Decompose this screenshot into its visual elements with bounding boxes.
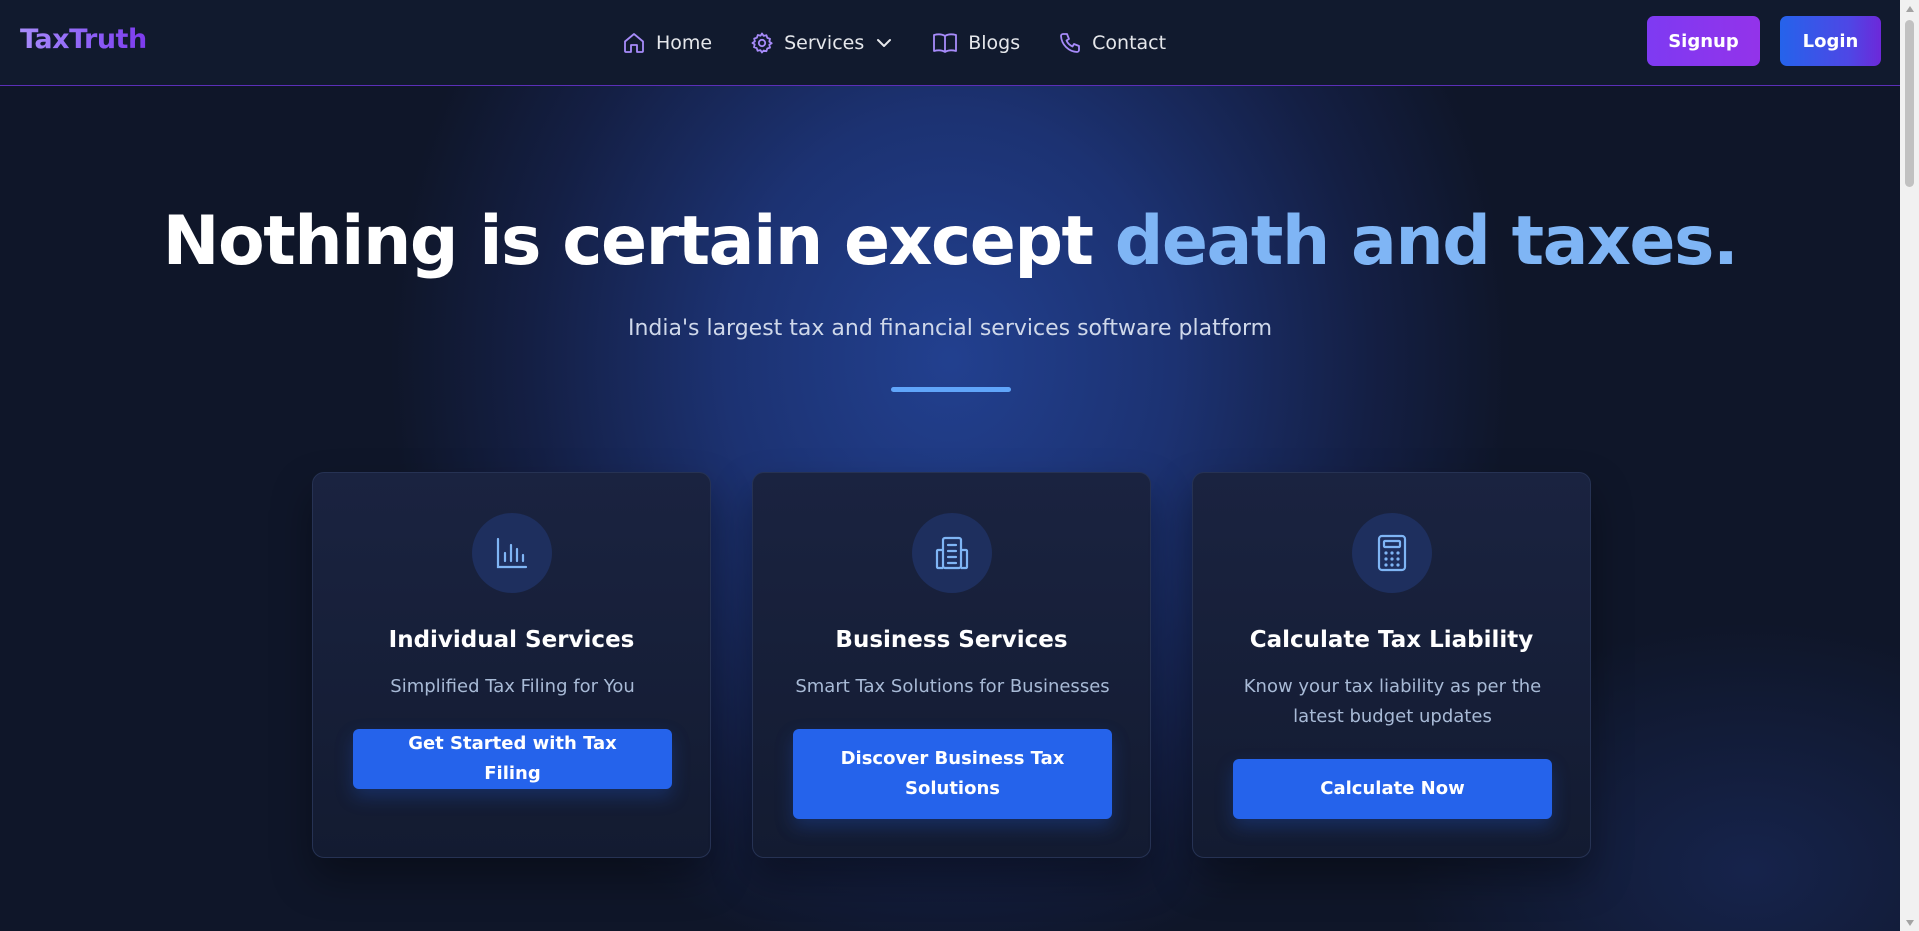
bar-chart-icon (496, 537, 528, 569)
scrollbar-thumb[interactable] (1905, 20, 1914, 187)
signup-button[interactable]: Signup (1647, 16, 1760, 66)
get-started-tax-filing-button[interactable]: Get Started with Tax Filing (353, 729, 672, 789)
card-icon-circle (912, 513, 992, 593)
nav-blogs-label: Blogs (968, 32, 1021, 54)
hero-divider (891, 387, 1011, 392)
top-navbar: TaxTruth Home Services Blogs Contact Sig… (0, 0, 1900, 86)
card-title: Business Services (835, 627, 1068, 653)
home-icon (624, 33, 644, 53)
chevron-down-icon (877, 39, 892, 47)
phone-icon (1060, 33, 1081, 53)
building-icon (935, 536, 969, 570)
nav-home-label: Home (656, 32, 713, 54)
nav-item-blogs[interactable]: Blogs (932, 31, 1020, 55)
page-scrollbar[interactable] (1900, 0, 1919, 931)
card-business-services: Business Services Smart Tax Solutions fo… (752, 472, 1151, 858)
gear-icon (751, 32, 773, 54)
card-description: Smart Tax Solutions for Businesses (795, 676, 1110, 697)
calculator-icon (1377, 534, 1407, 572)
calculate-now-button[interactable]: Calculate Now (1233, 759, 1552, 819)
hero-title-accent: death and taxes. (1114, 202, 1739, 281)
card-description: Simplified Tax Filing for You (390, 676, 635, 697)
nav-item-home[interactable]: Home (622, 31, 712, 55)
hero-subtitle: India's largest tax and financial servic… (627, 316, 1273, 341)
login-button[interactable]: Login (1780, 16, 1881, 66)
card-individual-services: Individual Services Simplified Tax Filin… (312, 472, 711, 858)
card-icon-circle (1352, 513, 1432, 593)
card-icon-circle (472, 513, 552, 593)
nav-item-contact[interactable]: Contact (1058, 31, 1166, 55)
nav-services-label: Services (784, 32, 865, 54)
scroll-up-arrow-icon[interactable] (1900, 0, 1919, 17)
main-nav: Home Services Blogs Contact (622, 0, 1204, 86)
card-description: Know your tax liability as per the lates… (1243, 676, 1542, 727)
scroll-down-arrow-icon[interactable] (1900, 914, 1919, 931)
nav-contact-label: Contact (1092, 32, 1167, 54)
card-title: Calculate Tax Liability (1249, 627, 1534, 653)
discover-business-tax-button[interactable]: Discover Business Tax Solutions (793, 729, 1112, 819)
card-calculate-tax-liability: Calculate Tax Liability Know your tax li… (1192, 472, 1591, 858)
hero-title-main: Nothing is certain except (162, 202, 1115, 281)
page-background: TaxTruth Home Services Blogs Contact Sig… (0, 0, 1900, 931)
book-icon (933, 33, 958, 53)
nav-item-services[interactable]: Services (750, 31, 894, 55)
brand-logo[interactable]: TaxTruth (20, 24, 147, 55)
card-title: Individual Services (388, 627, 635, 653)
hero-title: Nothing is certain except death and taxe… (0, 202, 1900, 281)
